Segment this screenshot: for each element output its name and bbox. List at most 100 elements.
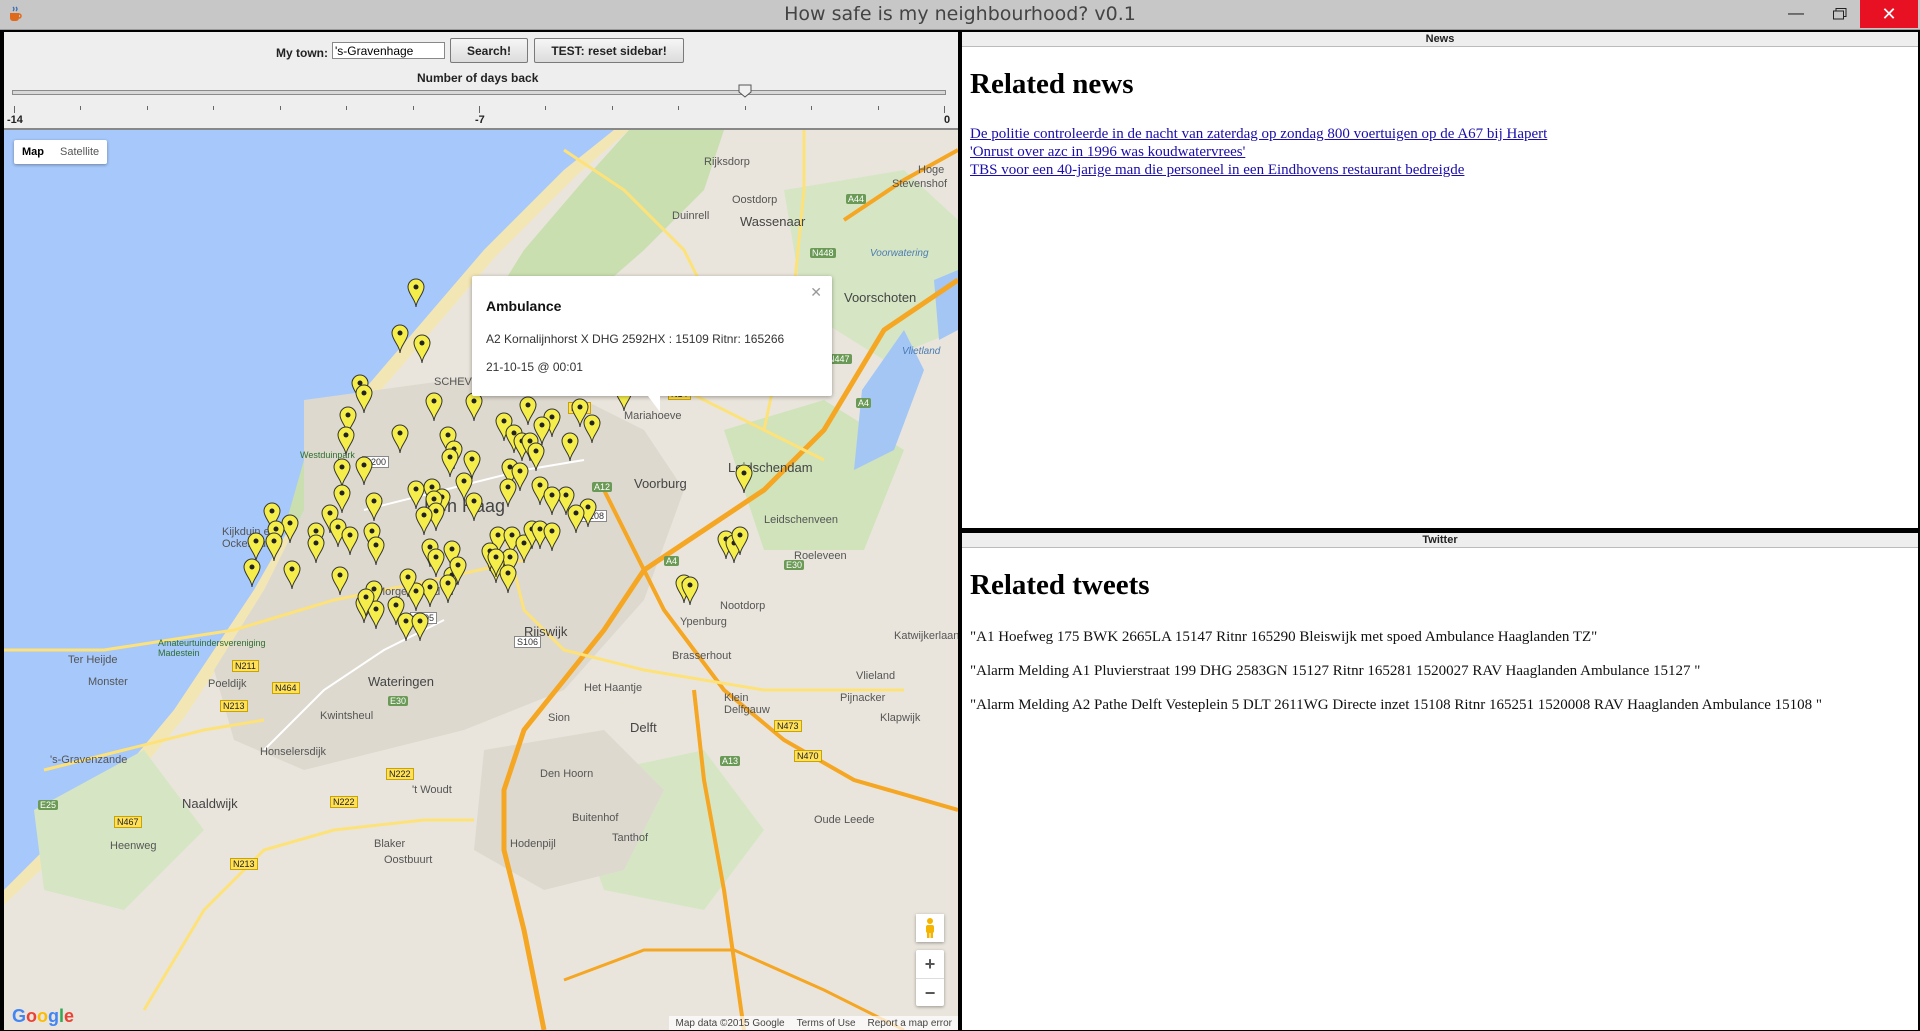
incident-marker-icon[interactable]	[399, 568, 417, 598]
incident-marker-icon[interactable]	[355, 384, 373, 414]
map-view[interactable]: Rijksdorp Stevenshof Hoge Oostdorp Duinr…	[4, 130, 958, 1030]
incident-marker-icon[interactable]	[307, 534, 325, 564]
incident-marker-icon[interactable]	[527, 442, 545, 472]
maximize-button[interactable]	[1818, 0, 1862, 28]
tweets-heading: Related tweets	[970, 569, 1150, 601]
shield-a13: A13	[720, 756, 741, 766]
days-slider-track[interactable]	[12, 90, 946, 95]
incident-marker-icon[interactable]	[411, 612, 429, 642]
map-type-map[interactable]: Map	[14, 140, 52, 164]
label-pijnacker: Pijnacker	[840, 692, 886, 704]
incident-marker-icon[interactable]	[499, 564, 517, 594]
incident-marker-icon[interactable]	[357, 588, 375, 618]
shield-a4-s: A4	[664, 556, 680, 566]
town-input[interactable]	[332, 42, 445, 59]
slider-tick	[479, 106, 480, 113]
label-naaldwijk: Naaldwijk	[182, 796, 238, 811]
incident-marker-icon[interactable]	[355, 456, 373, 486]
info-datetime: 21-10-15 @ 00:01	[486, 360, 583, 374]
close-icon: ✕	[1881, 3, 1897, 24]
tick-label-mid: -7	[475, 114, 485, 126]
close-icon[interactable]: ✕	[810, 284, 822, 301]
label-klapwijk: Klapwijk	[880, 712, 921, 724]
terms-link[interactable]: Terms of Use	[797, 1018, 856, 1029]
incident-marker-icon[interactable]	[391, 324, 409, 354]
label-voorwatering: Voorwatering	[870, 248, 929, 259]
incident-marker-icon[interactable]	[731, 526, 749, 556]
label-madestein: Amateurtuindersvereniging Madestein	[158, 638, 266, 658]
shield-n222-s: N222	[330, 796, 358, 808]
incident-marker-icon[interactable]	[425, 392, 443, 422]
google-logo: Google	[12, 1006, 75, 1026]
incident-marker-icon[interactable]	[341, 526, 359, 556]
slider-tick	[811, 106, 813, 110]
zoom-in-button[interactable]: +	[916, 950, 944, 979]
incident-marker-icon[interactable]	[567, 504, 585, 534]
slider-tick	[146, 106, 148, 110]
incident-marker-icon[interactable]	[543, 522, 561, 552]
shield-a44: A44	[846, 194, 867, 204]
restore-icon	[1833, 8, 1847, 20]
news-link[interactable]: TBS voor een 40-jarige man die personeel…	[970, 162, 1464, 179]
incident-marker-icon[interactable]	[735, 464, 753, 494]
incident-marker-icon[interactable]	[415, 506, 433, 536]
news-link[interactable]: De politie controleerde in de nacht van …	[970, 126, 1547, 143]
label-klein-delfgauw: Klein Delfgauw	[724, 692, 770, 716]
report-link[interactable]: Report a map error	[868, 1018, 952, 1029]
incident-marker-icon[interactable]	[681, 576, 699, 606]
tweet-item: "A1 Hoefweg 175 BWK 2665LA 15147 Ritnr 1…	[970, 629, 1598, 645]
slider-tick	[80, 106, 82, 110]
label-oude-leede: Oude Leede	[814, 814, 875, 826]
search-button[interactable]: Search!	[450, 38, 528, 63]
reset-sidebar-button[interactable]: TEST: reset sidebar!	[534, 38, 684, 63]
label-honselersdijk: Honselersdijk	[260, 746, 327, 758]
incident-marker-icon[interactable]	[407, 278, 425, 308]
label-kwintsheul: Kwintsheul	[320, 710, 374, 722]
incident-marker-icon[interactable]	[265, 532, 283, 562]
minimize-button[interactable]: —	[1774, 0, 1818, 28]
zoom-out-button[interactable]: −	[916, 979, 944, 1007]
close-button[interactable]: ✕	[1860, 0, 1918, 28]
incident-marker-icon[interactable]	[337, 426, 355, 456]
label-vlietland: Vlietland	[902, 346, 941, 357]
search-controls: My town: Search! TEST: reset sidebar! Nu…	[4, 32, 958, 130]
map-data-credit: Map data ©2015 Google	[675, 1017, 785, 1029]
incident-marker-icon[interactable]	[331, 566, 349, 596]
label-voorburg: Voorburg	[634, 476, 687, 491]
incident-marker-icon[interactable]	[583, 414, 601, 444]
incident-marker-icon[interactable]	[283, 560, 301, 590]
incident-marker-icon[interactable]	[413, 334, 431, 364]
window-title: How safe is my neighbourhood? v0.1	[784, 3, 1136, 25]
incident-marker-icon[interactable]	[561, 432, 579, 462]
label-poeldijk: Poeldijk	[208, 678, 247, 690]
label-wateringen: Wateringen	[368, 674, 434, 689]
label-s-gravenzande: 's-Gravenzande	[50, 754, 128, 766]
incident-marker-icon[interactable]	[543, 486, 561, 516]
label-hoge: Hoge	[918, 164, 945, 176]
info-window: ✕ Ambulance A2 Kornalijnhorst X DHG 2592…	[472, 276, 832, 412]
tick-label-min: -14	[7, 114, 23, 126]
slider-tick	[14, 106, 15, 113]
pegman-icon	[926, 918, 934, 938]
incident-marker-icon[interactable]	[367, 536, 385, 566]
shield-a4-n: A4	[856, 398, 872, 408]
incident-marker-icon[interactable]	[465, 492, 483, 522]
days-slider-thumb[interactable]	[738, 84, 752, 98]
shield-e25: E25	[38, 800, 59, 810]
label-oostbuurt: Oostbuurt	[384, 854, 433, 866]
incident-marker-icon[interactable]	[465, 392, 483, 422]
shield-n211: N211	[232, 660, 259, 672]
incident-marker-icon[interactable]	[391, 424, 409, 454]
street-view-pegman[interactable]	[916, 914, 944, 942]
incident-marker-icon[interactable]	[243, 558, 261, 588]
right-panel: News Related news De politie controleerd…	[962, 32, 1918, 1030]
label-ter-heijde: Ter Heijde	[68, 654, 118, 666]
left-panel: My town: Search! TEST: reset sidebar! Nu…	[4, 32, 958, 1030]
map-type-satellite[interactable]: Satellite	[52, 140, 107, 164]
incident-marker-icon[interactable]	[439, 574, 457, 604]
incident-marker-icon[interactable]	[499, 478, 517, 508]
news-link[interactable]: 'Onrust over azc in 1996 was koudwatervr…	[970, 144, 1245, 161]
news-panel: News Related news De politie controleerd…	[962, 32, 1918, 528]
label-leidschenveen: Leidschenveen	[764, 514, 839, 526]
incident-marker-icon[interactable]	[365, 492, 383, 522]
